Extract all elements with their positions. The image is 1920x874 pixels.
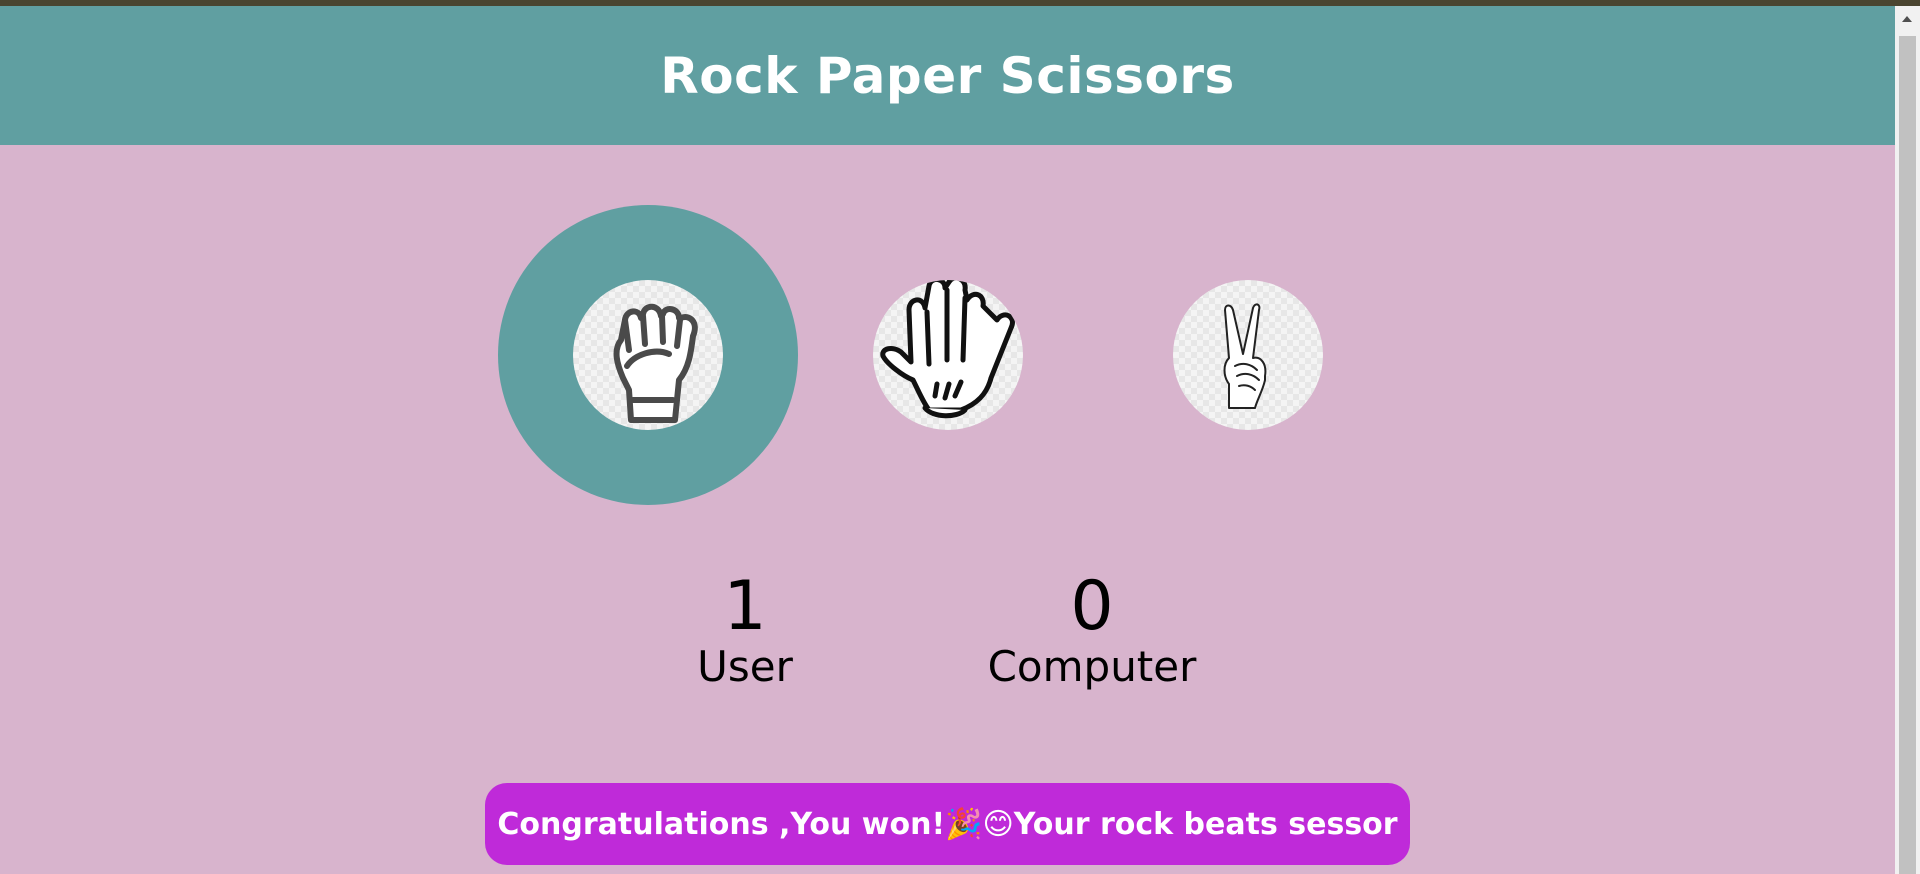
computer-score-value: 0 (1070, 567, 1114, 646)
result-message-text: Congratulations ,You won!🎉😊Your rock bea… (497, 806, 1398, 842)
game-page: Rock Paper Scissors 1 User 0 Computer Co… (0, 6, 1895, 874)
paper-choice-button[interactable] (873, 280, 1023, 430)
result-message: Congratulations ,You won!🎉😊Your rock bea… (485, 783, 1410, 865)
scrollbar-thumb[interactable] (1899, 36, 1916, 874)
scroll-up-arrow-icon[interactable] (1902, 16, 1912, 22)
rock-fist-icon (613, 303, 698, 423)
user-score-value: 1 (723, 567, 767, 646)
rock-choice-button[interactable] (573, 280, 723, 430)
page-title: Rock Paper Scissors (660, 46, 1235, 105)
computer-score-label: Computer (987, 642, 1197, 691)
user-score-label: User (697, 642, 793, 691)
vertical-scrollbar[interactable] (1895, 6, 1920, 874)
computer-score: 0 Computer (962, 571, 1222, 691)
paper-hand-icon (880, 280, 1015, 419)
header: Rock Paper Scissors (0, 6, 1895, 145)
user-score: 1 User (645, 571, 845, 691)
scissors-hand-icon (1223, 303, 1267, 409)
scissors-choice-button[interactable] (1173, 280, 1323, 430)
